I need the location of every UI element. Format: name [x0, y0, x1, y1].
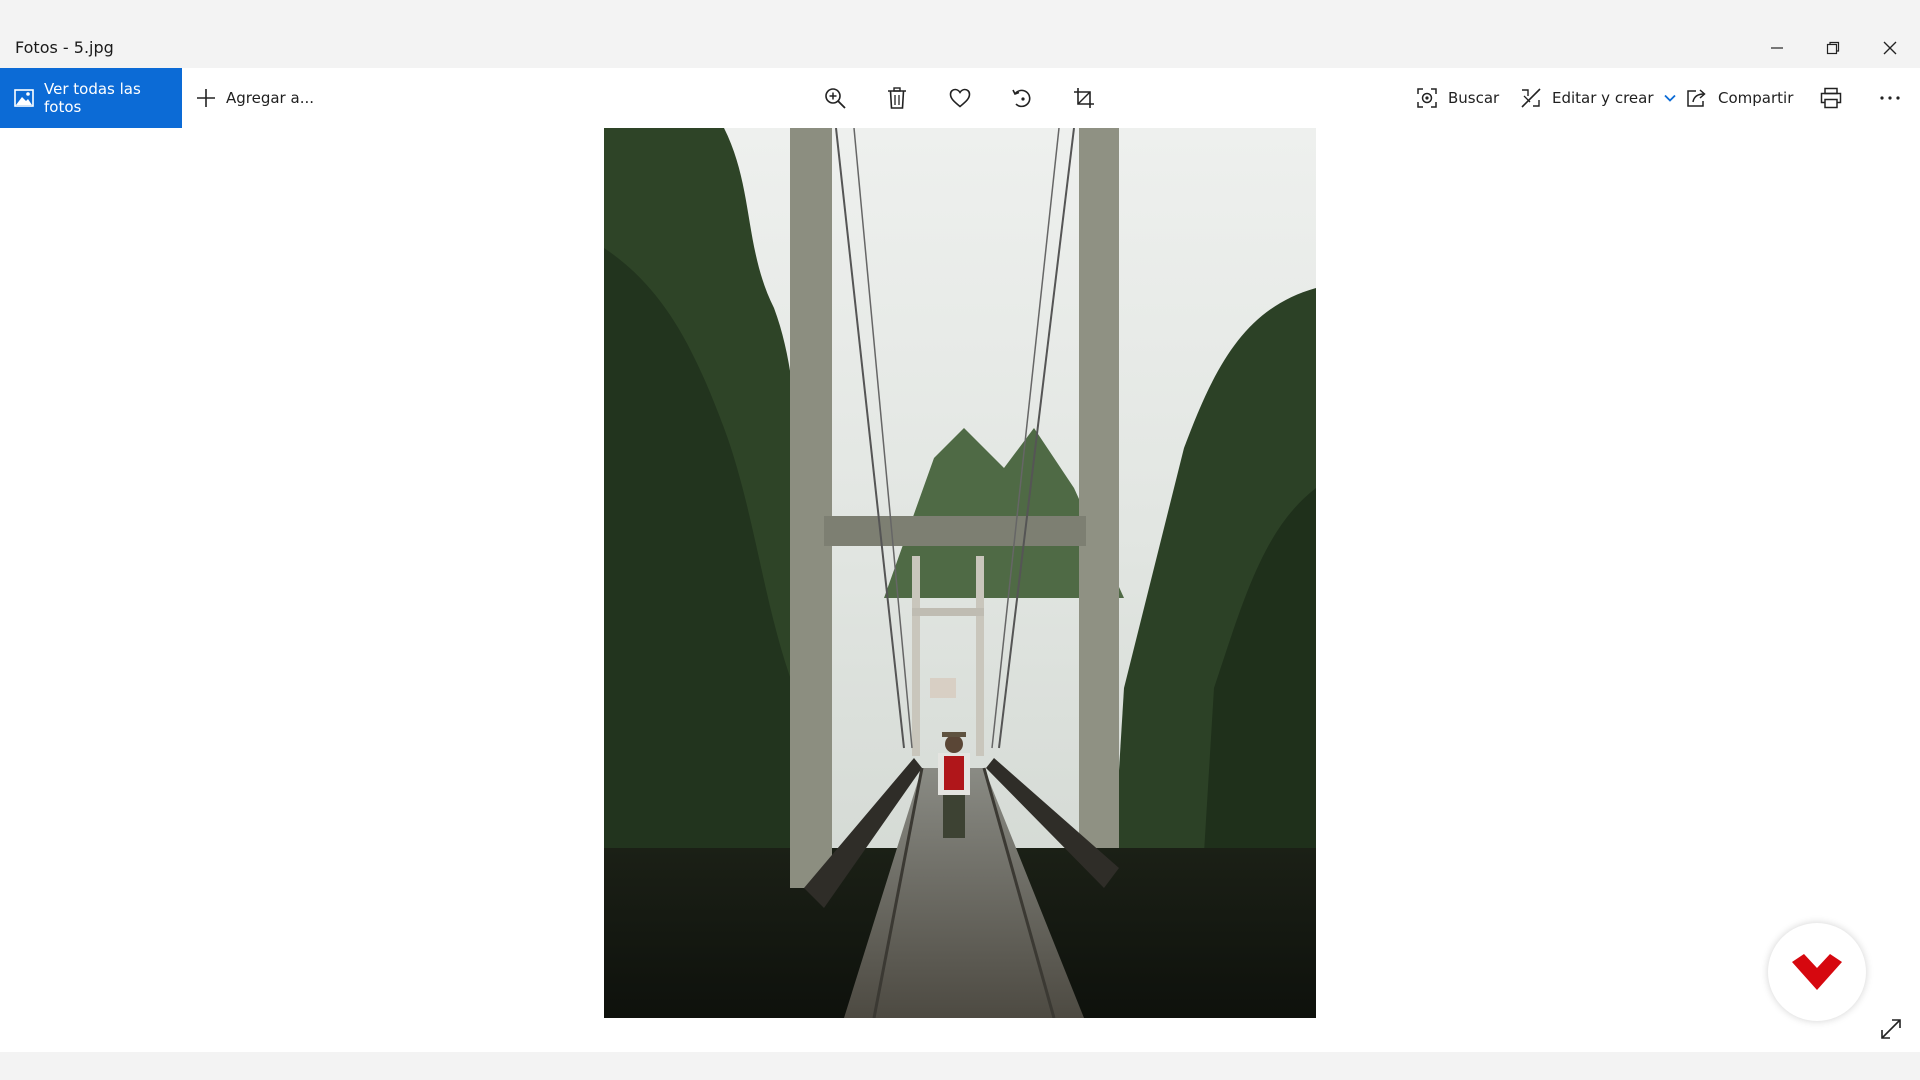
view-all-photos-label: Ver todas las fotos	[44, 80, 141, 116]
favorite-button[interactable]	[944, 82, 976, 114]
minimize-icon	[1771, 47, 1783, 49]
close-button[interactable]	[1874, 32, 1906, 64]
chevron-down-icon[interactable]	[1663, 94, 1676, 102]
add-to-button[interactable]: Agregar a...	[196, 68, 314, 128]
expand-button[interactable]	[1874, 1012, 1908, 1046]
bottom-strip	[0, 1052, 1920, 1080]
edit-create-button[interactable]: Editar y crear	[1520, 68, 1676, 128]
image-icon	[14, 89, 34, 107]
share-button[interactable]: Compartir	[1686, 68, 1793, 128]
restore-icon	[1826, 41, 1840, 55]
print-button[interactable]	[1815, 82, 1847, 114]
logo-icon	[1792, 954, 1842, 990]
minimize-button[interactable]	[1761, 32, 1793, 64]
rotate-icon	[1012, 89, 1031, 108]
photo-image	[604, 128, 1316, 1018]
crop-button[interactable]	[1068, 82, 1100, 114]
plus-icon	[196, 88, 216, 108]
search-label: Buscar	[1448, 89, 1500, 107]
more-icon	[1880, 96, 1900, 100]
edit-create-label: Editar y crear	[1552, 89, 1654, 107]
window-title: Fotos - 5.jpg	[15, 38, 114, 57]
visual-search-icon	[1416, 87, 1438, 109]
delete-button[interactable]	[881, 82, 913, 114]
rotate-button[interactable]	[1006, 82, 1038, 114]
heart-icon	[949, 88, 971, 108]
photo-viewer[interactable]	[604, 128, 1316, 1018]
crop-icon	[1074, 88, 1094, 108]
printer-icon	[1820, 87, 1842, 109]
share-icon	[1686, 88, 1708, 108]
expand-icon	[1881, 1019, 1901, 1039]
close-icon	[1883, 41, 1897, 55]
zoom-button[interactable]	[819, 82, 851, 114]
view-all-photos-button[interactable]: Ver todas las fotos	[0, 68, 182, 128]
share-label: Compartir	[1718, 89, 1794, 107]
trash-icon	[888, 87, 906, 109]
edit-create-icon	[1520, 87, 1542, 109]
toolbar: Ver todas las fotos Agregar a... Buscar …	[0, 68, 1920, 128]
add-to-label: Agregar a...	[226, 89, 314, 107]
restore-button[interactable]	[1817, 32, 1849, 64]
zoom-in-icon	[825, 88, 846, 109]
title-bar: Fotos - 5.jpg	[0, 0, 1920, 68]
more-button[interactable]	[1874, 82, 1906, 114]
search-button[interactable]: Buscar	[1416, 68, 1499, 128]
watermark-logo	[1768, 923, 1866, 1021]
